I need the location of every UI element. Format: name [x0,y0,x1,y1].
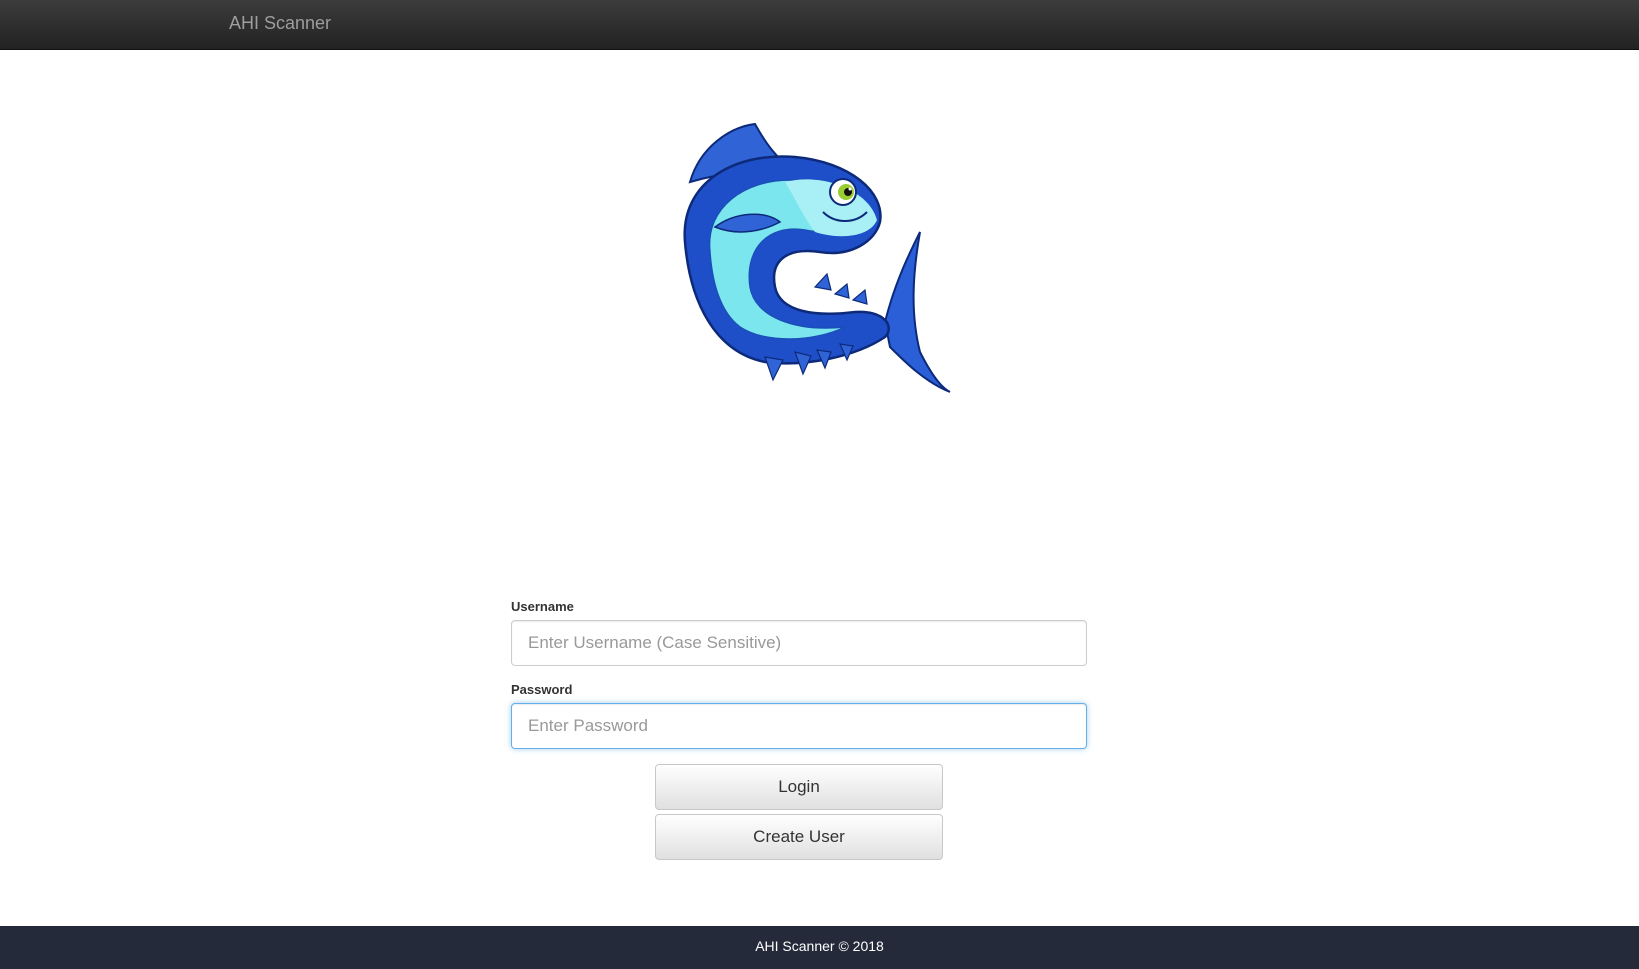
fish-logo-icon [655,112,955,402]
username-input[interactable] [511,620,1087,666]
create-user-button[interactable]: Create User [655,814,943,860]
top-navbar: AHI Scanner [0,0,1639,50]
username-label: Username [511,599,574,614]
footer-text: AHI Scanner © 2018 [755,938,884,954]
page-footer: AHI Scanner © 2018 [0,926,1639,969]
password-input[interactable] [511,703,1087,749]
login-form: Username Password [511,600,1087,749]
login-button[interactable]: Login [655,764,943,810]
navbar-brand-link[interactable]: AHI Scanner [229,13,331,34]
password-label: Password [511,682,573,697]
login-button-wrap: Login [655,764,943,810]
create-user-button-wrap: Create User [655,814,943,860]
